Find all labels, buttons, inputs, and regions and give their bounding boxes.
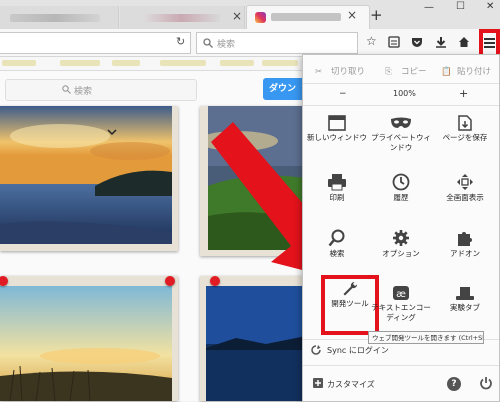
browser-tab[interactable]: × [120, 6, 245, 29]
bookmark-star-icon[interactable]: ☆ [366, 34, 377, 48]
history-button[interactable]: 履歴 [369, 169, 433, 231]
zoom-out-button[interactable]: − [339, 83, 347, 105]
download-icon[interactable] [435, 36, 447, 48]
bookmark-item[interactable] [220, 60, 254, 66]
new-window-button[interactable]: 新しいウィンドウ [305, 111, 369, 173]
bookmark-item[interactable] [60, 60, 100, 66]
home-icon[interactable] [458, 36, 470, 48]
help-icon[interactable]: ? [447, 377, 461, 391]
bookmark-item[interactable] [262, 60, 298, 66]
pocket-icon[interactable] [411, 36, 423, 48]
paste-icon: 📋 [441, 67, 452, 77]
divider [303, 365, 499, 366]
fullscreen-icon [457, 174, 473, 190]
pushpin-icon [165, 276, 175, 286]
magnifier-icon [328, 229, 345, 247]
tab-title-blurred [10, 14, 100, 22]
paste-button[interactable]: 貼り付け [457, 63, 491, 81]
sync-icon [311, 345, 321, 355]
edit-controls: ✂ 切り取り ⎘ コピー 📋 貼り付け [303, 63, 499, 81]
grass-sunset-photo [0, 286, 172, 401]
maximize-button[interactable]: ☐ [456, 1, 465, 12]
save-page-icon [458, 115, 472, 131]
bookmark-item[interactable] [112, 60, 140, 66]
history-icon [392, 173, 410, 191]
fullscreen-button[interactable]: 全画面表示 [433, 169, 497, 231]
reader-list-icon[interactable] [388, 36, 400, 48]
copy-icon: ⎘ [385, 67, 392, 77]
sunset-sea-photo [0, 106, 172, 244]
tab-close-icon[interactable]: × [347, 8, 357, 22]
active-tab[interactable]: × [246, 5, 370, 30]
bookmark-item[interactable] [160, 60, 206, 66]
hamburger-menu-icon[interactable] [484, 37, 495, 48]
firefox-menu-panel: ✂ 切り取り ⎘ コピー 📋 貼り付け − 100% + 新しいウィンドウ プラ… [302, 54, 500, 402]
bookmark-item[interactable] [2, 60, 36, 66]
browser-tab[interactable] [0, 6, 119, 29]
page-search-placeholder: 検索 [74, 87, 93, 97]
photo-card[interactable] [0, 276, 178, 401]
photo-card[interactable] [0, 106, 178, 251]
save-page-button[interactable]: ページを保存 [433, 111, 497, 173]
zoom-level-button[interactable]: 100% [393, 83, 416, 105]
wrench-icon [343, 281, 358, 296]
url-bar[interactable]: ↻ [0, 32, 191, 54]
window-icon [328, 115, 346, 131]
text-encoding-icon: æ [393, 286, 409, 300]
blue-lake-photo [206, 286, 306, 401]
tab-title-blurred [142, 14, 220, 22]
tab-close-icon[interactable]: × [232, 9, 242, 23]
new-tab-button[interactable]: + [370, 6, 383, 24]
mask-icon [391, 117, 411, 128]
hat-icon [456, 287, 474, 300]
nav-bar: ↻ 検索 ☆ [0, 29, 500, 58]
customize-button[interactable]: カスタマイズ [303, 367, 433, 399]
tab-title-blurred [271, 13, 341, 21]
power-icon[interactable] [479, 376, 493, 390]
search-icon [203, 38, 213, 48]
page-search-input[interactable]: 検索 [5, 79, 197, 101]
gear-icon [393, 230, 409, 246]
private-window-button[interactable]: プライベートウィンドウ [369, 111, 433, 173]
search-icon [62, 85, 71, 94]
customize-plus-icon [313, 378, 323, 388]
dev-tools-tooltip: ウェブ開発ツールを開きます (Ctrl+Shift+I) [368, 331, 484, 344]
instagram-favicon-icon [255, 12, 266, 23]
svg-text:æ: æ [396, 289, 406, 300]
print-button[interactable]: 印刷 [305, 169, 369, 231]
close-window-button[interactable]: ✕ [486, 1, 494, 12]
search-bar[interactable]: 検索 [196, 32, 358, 54]
search-placeholder: 検索 [217, 40, 236, 50]
copy-button[interactable]: コピー [401, 63, 427, 81]
pushpin-icon [0, 276, 8, 286]
zoom-in-button[interactable]: + [459, 83, 468, 105]
tab-strip: × × + — ☐ ✕ [0, 0, 500, 30]
zoom-controls: − 100% + [303, 83, 499, 105]
reload-icon[interactable]: ↻ [176, 35, 185, 48]
addons-button[interactable]: アドオン [433, 225, 497, 287]
puzzle-icon [458, 232, 472, 246]
photo-card[interactable] [200, 276, 306, 401]
cut-button[interactable]: 切り取り [331, 63, 365, 81]
printer-icon [328, 174, 346, 191]
scissors-icon: ✂ [315, 67, 323, 77]
divider [303, 105, 499, 106]
minimize-button[interactable]: — [424, 2, 434, 13]
